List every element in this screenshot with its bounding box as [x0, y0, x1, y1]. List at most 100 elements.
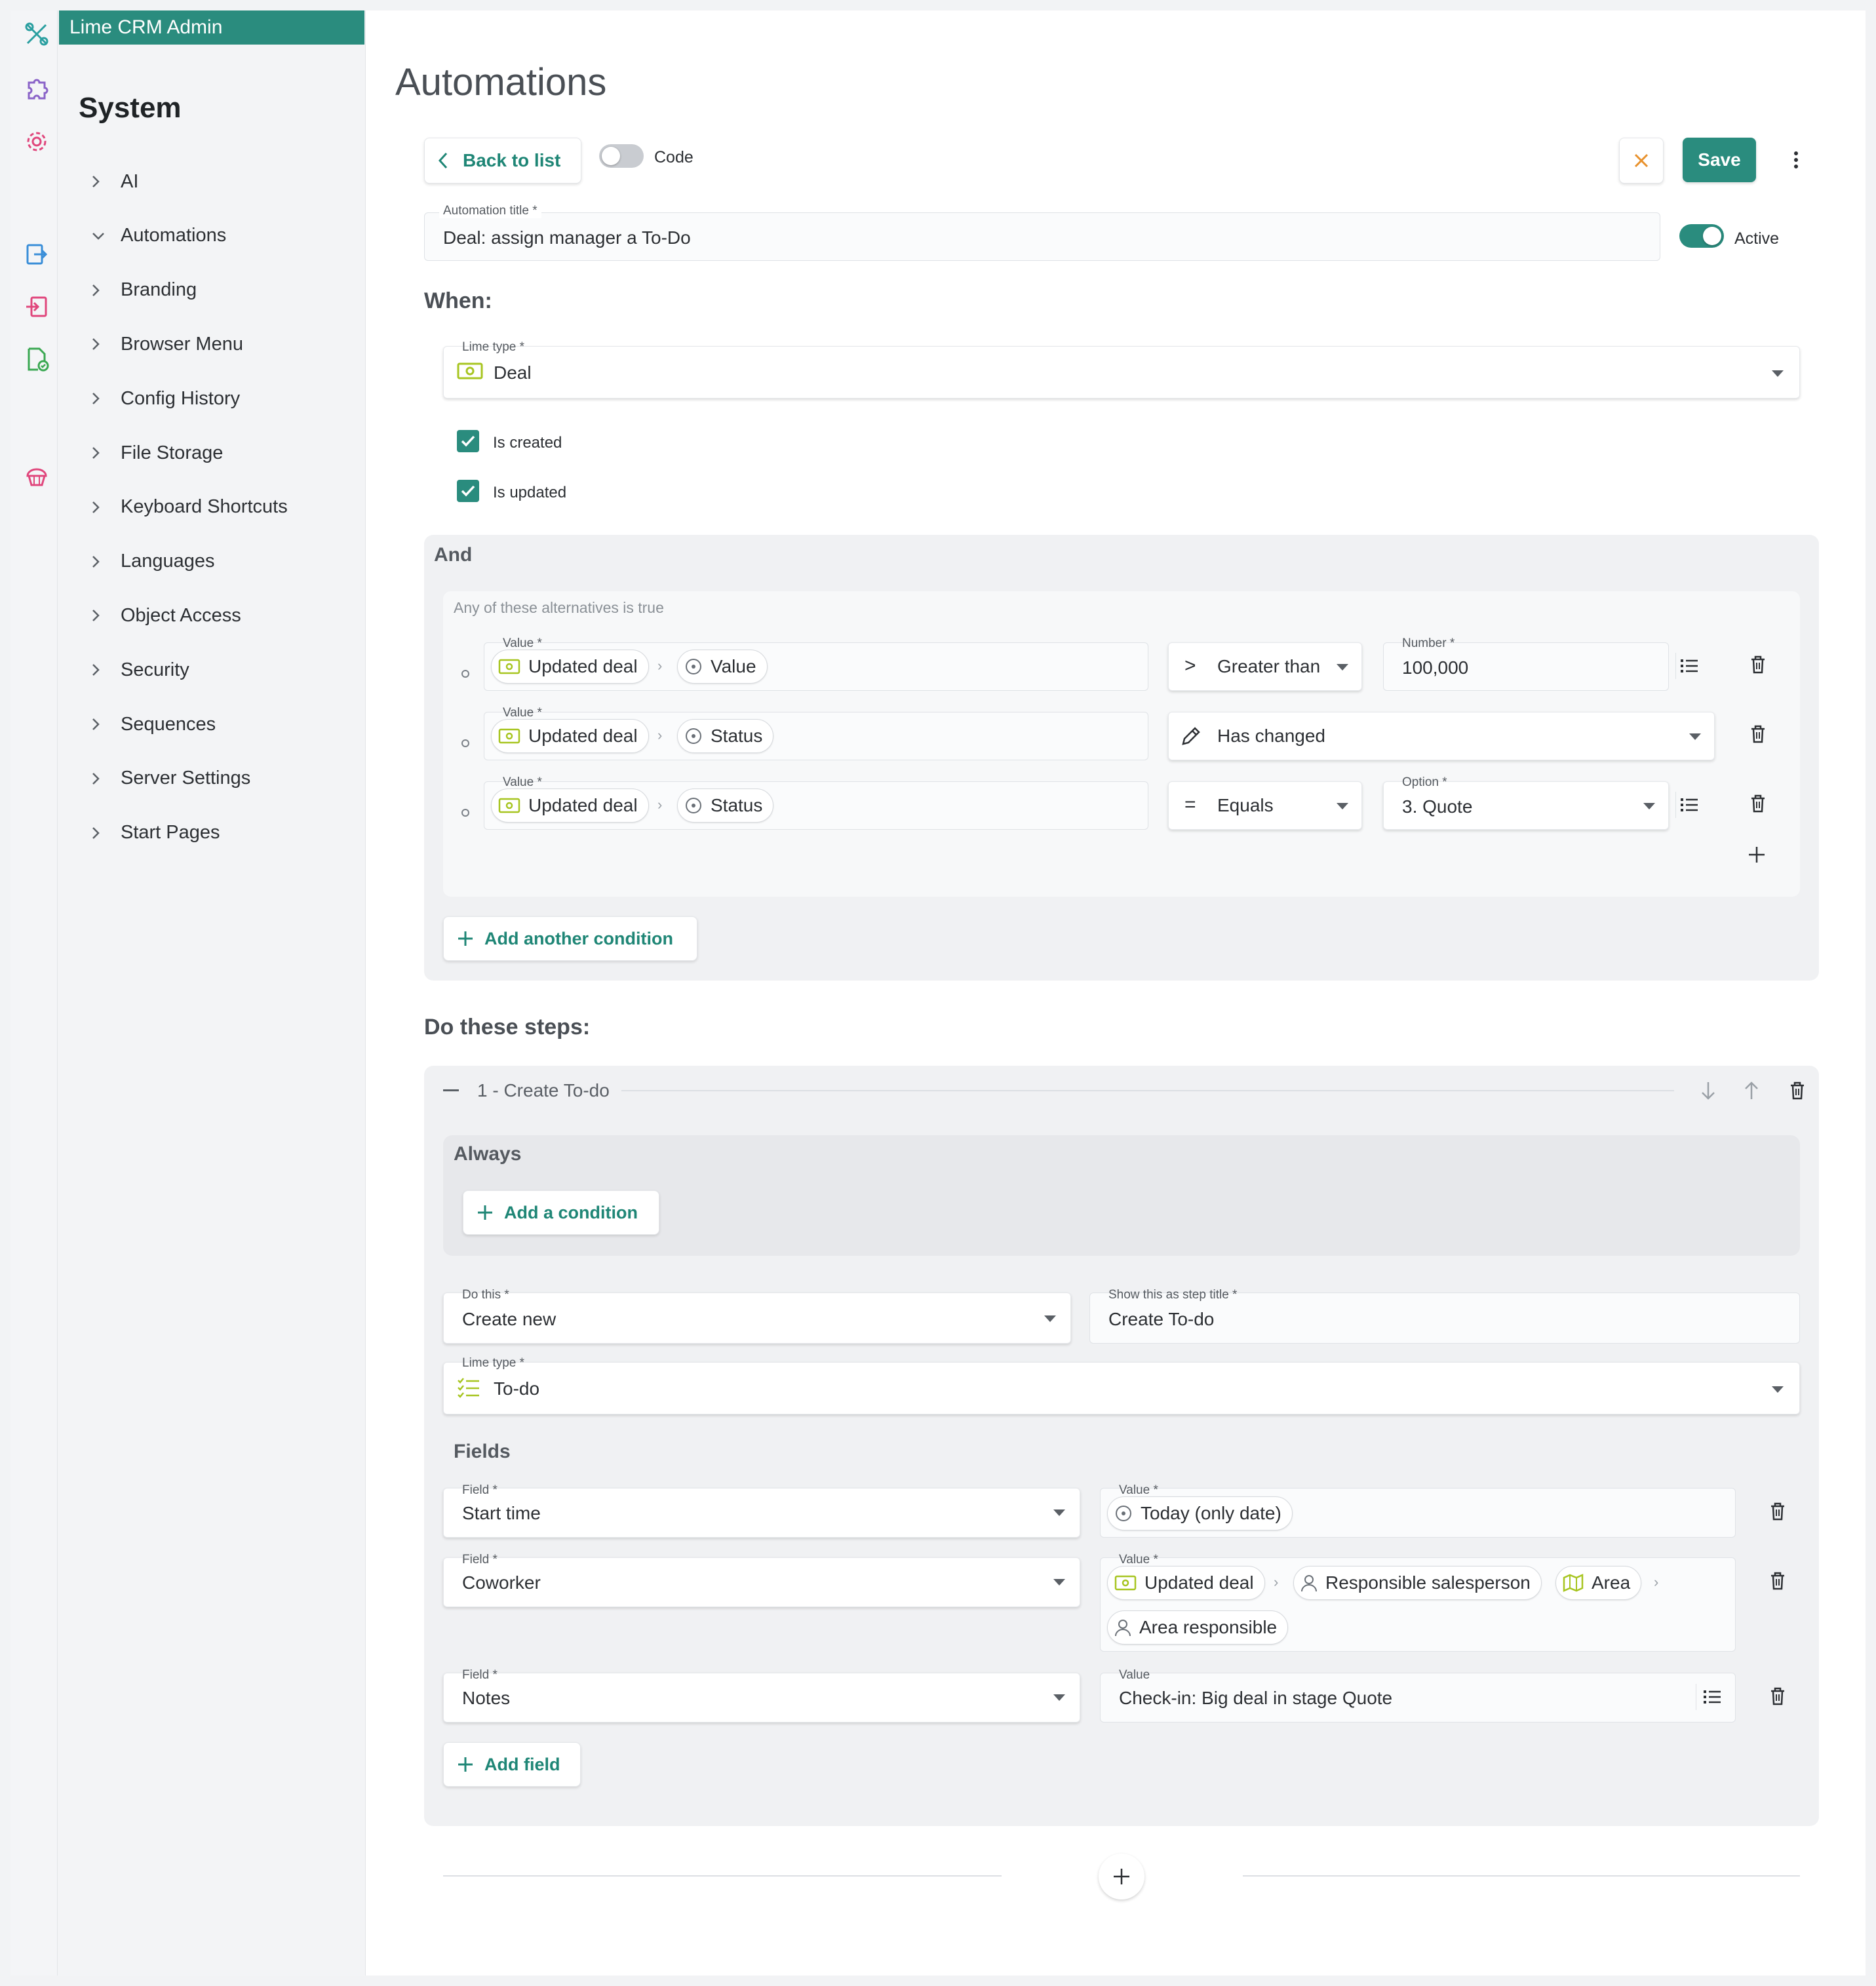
chip-label: Area — [1592, 1572, 1631, 1593]
plus-icon — [457, 930, 474, 947]
file-check-icon[interactable] — [24, 346, 50, 372]
chevron-down-icon — [1053, 1509, 1065, 1516]
list-icon[interactable] — [1675, 792, 1702, 818]
nav-item[interactable]: Languages — [92, 545, 215, 578]
do-this-label: Do this * — [462, 1288, 509, 1302]
list-icon[interactable] — [1675, 653, 1702, 679]
notes-value-field[interactable]: Value Check-in: Big deal in stage Quote — [1100, 1668, 1736, 1723]
nav-item[interactable]: File Storage — [92, 437, 223, 469]
chevron-down-icon — [1337, 803, 1348, 809]
operator-select[interactable]: = Equals — [1168, 781, 1362, 830]
delete-field-icon[interactable] — [1765, 1683, 1791, 1709]
active-toggle[interactable] — [1679, 224, 1724, 248]
responsible-salesperson-chip[interactable]: Responsible salesperson — [1293, 1566, 1542, 1600]
step-limetype-label: Lime type * — [462, 1356, 525, 1370]
nav-item[interactable]: Start Pages — [92, 817, 220, 849]
updated-deal-chip[interactable]: Updated deal — [491, 789, 649, 823]
deal-icon — [498, 658, 520, 675]
add-another-condition-button[interactable]: Add another condition — [443, 916, 697, 961]
more-options-icon[interactable] — [1783, 147, 1809, 173]
area-chip[interactable]: Area — [1555, 1566, 1642, 1600]
nav-item[interactable]: Browser Menu — [92, 328, 243, 360]
move-down-icon[interactable] — [1695, 1078, 1721, 1104]
updated-deal-chip[interactable]: Updated deal — [491, 650, 649, 684]
import-icon[interactable] — [24, 294, 50, 320]
nav-item[interactable]: Branding — [92, 274, 197, 307]
value-field[interactable]: Value * Today (only date) — [1100, 1483, 1736, 1538]
nav-item[interactable]: Automations — [92, 220, 226, 252]
add-step-button[interactable] — [1099, 1854, 1144, 1899]
nav-item[interactable]: AI — [92, 165, 138, 198]
is-updated-label: Is updated — [493, 484, 567, 501]
chevron-right-icon — [92, 714, 121, 734]
delete-field-icon[interactable] — [1765, 1498, 1791, 1525]
field-select[interactable]: Field * Start time — [443, 1483, 1080, 1538]
back-to-list-button[interactable]: Back to list — [424, 138, 581, 184]
area-responsible-chip[interactable]: Area responsible — [1107, 1610, 1289, 1645]
list-icon[interactable] — [1696, 1684, 1722, 1710]
add-a-condition-button[interactable]: Add a condition — [463, 1190, 659, 1235]
export-icon[interactable] — [24, 241, 50, 267]
condition-value-field[interactable]: Value * Updated deal › Status — [484, 706, 1148, 760]
icon-rail — [10, 10, 58, 1976]
nav-item[interactable]: Security — [92, 653, 189, 686]
today-chip[interactable]: Today (only date) — [1107, 1496, 1293, 1530]
chevron-down-icon — [1772, 1386, 1784, 1393]
step-limetype-select[interactable]: Lime type * To-do — [443, 1356, 1800, 1414]
add-field-button[interactable]: Add field — [443, 1742, 581, 1787]
alternative-radio[interactable] — [461, 670, 469, 678]
nav-item-label: Languages — [121, 551, 215, 572]
property-chip[interactable]: Status — [677, 789, 774, 823]
operator-symbol: = — [1184, 794, 1196, 815]
condition-value-field[interactable]: Value * Updated deal › Status — [484, 775, 1148, 830]
nav-item[interactable]: Object Access — [92, 599, 241, 632]
nav-item-label: Security — [121, 659, 189, 680]
value-field[interactable]: Value *›››Updated dealResponsible salesp… — [1100, 1553, 1736, 1652]
when-limetype-select[interactable]: Lime type * Deal — [443, 340, 1800, 399]
field-select[interactable]: Field * Coworker — [443, 1553, 1080, 1607]
delete-condition-icon[interactable] — [1745, 790, 1771, 817]
alternative-radio[interactable] — [461, 739, 469, 747]
puzzle-icon[interactable] — [24, 75, 50, 101]
delete-condition-icon[interactable] — [1745, 652, 1771, 678]
gear-icon[interactable] — [24, 128, 50, 155]
nav-item[interactable]: Keyboard Shortcuts — [92, 491, 288, 524]
collapse-icon[interactable] — [438, 1078, 464, 1104]
delete-condition-icon[interactable] — [1745, 721, 1771, 747]
fields-heading: Fields — [454, 1441, 511, 1462]
automation-title-field[interactable]: Automation title * Deal: assign manager … — [424, 204, 1660, 261]
is-created-checkbox[interactable] — [457, 430, 479, 452]
tools-icon[interactable] — [24, 21, 50, 47]
discard-button[interactable] — [1619, 138, 1664, 184]
option-select[interactable]: Option * 3. Quote — [1383, 775, 1669, 830]
delete-field-icon[interactable] — [1765, 1568, 1791, 1594]
nav-item[interactable]: Server Settings — [92, 762, 250, 795]
operator-select[interactable]: > Greater than — [1168, 642, 1362, 691]
pencil-icon — [1181, 726, 1202, 747]
do-this-select[interactable]: Do this * Create new — [443, 1288, 1071, 1344]
step-title-label: Show this as step title * — [1108, 1288, 1238, 1302]
nav-item[interactable]: Sequences — [92, 708, 216, 741]
is-updated-checkbox[interactable] — [457, 480, 479, 502]
delete-step-icon[interactable] — [1784, 1078, 1810, 1104]
nav-item[interactable]: Config History — [92, 382, 240, 415]
save-button[interactable]: Save — [1683, 138, 1756, 182]
property-chip[interactable]: Value — [677, 650, 768, 684]
code-toggle[interactable] — [599, 144, 644, 168]
step-title-field[interactable]: Show this as step title * Create To-do — [1089, 1288, 1800, 1344]
step-divider — [621, 1090, 1674, 1091]
deal-icon — [457, 361, 483, 381]
property-chip[interactable]: Status — [677, 719, 774, 753]
move-up-icon[interactable] — [1738, 1078, 1765, 1104]
updated-deal-chip[interactable]: Updated deal — [1107, 1566, 1265, 1600]
field-select[interactable]: Field * Notes — [443, 1668, 1080, 1723]
step-limetype-value: To-do — [494, 1378, 540, 1399]
add-alternative-icon[interactable] — [1744, 842, 1770, 868]
value-label: Value * — [1119, 1483, 1158, 1497]
alternative-radio[interactable] — [461, 809, 469, 817]
condition-value-field[interactable]: Value * Updated deal › Value — [484, 636, 1148, 691]
operator-select[interactable]: Has changed — [1168, 712, 1715, 760]
updated-deal-chip[interactable]: Updated deal — [491, 719, 649, 753]
cupcake-icon[interactable] — [24, 463, 50, 489]
number-field[interactable]: Number * 100,000 — [1383, 636, 1669, 691]
